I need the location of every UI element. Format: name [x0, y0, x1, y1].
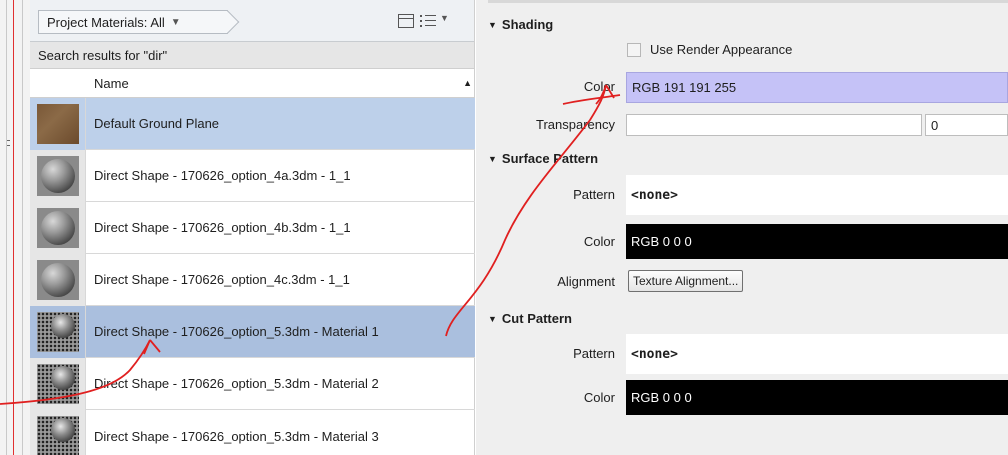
material-row[interactable]: Direct Shape - 170626_option_4a.3dm - 1_…	[30, 149, 475, 202]
cut-pattern-section-header[interactable]: ▼ Cut Pattern	[488, 311, 572, 326]
thumbnail-cell	[30, 305, 86, 358]
alignment-label: Alignment	[557, 274, 615, 289]
material-name: Direct Shape - 170626_option_4c.3dm - 1_…	[94, 272, 350, 287]
divider	[22, 0, 23, 455]
surface-pattern-section-header[interactable]: ▼ Surface Pattern	[488, 151, 598, 166]
surface-color-field[interactable]: RGB 0 0 0	[626, 224, 1008, 259]
filter-label: Project Materials: All	[47, 14, 165, 30]
shading-color-field[interactable]: RGB 191 191 255	[626, 72, 1008, 103]
section-title: Shading	[501, 17, 554, 32]
collapse-triangle-icon: ▼	[488, 153, 497, 164]
graphics-properties-panel: ▼ Shading Use Render Appearance Color RG…	[476, 0, 1008, 455]
material-row[interactable]: Direct Shape - 170626_option_5.3dm - Mat…	[30, 410, 475, 455]
material-name: Direct Shape - 170626_option_5.3dm - Mat…	[94, 376, 379, 391]
collapse-triangle-icon: ▼	[488, 313, 497, 324]
perforated-thumbnail	[36, 416, 79, 455]
column-name-label: Name	[94, 75, 129, 91]
thumbnail-cell	[30, 97, 86, 150]
section-title: Surface Pattern	[501, 151, 599, 166]
thumbnail-cell	[30, 410, 86, 455]
shading-color-value: RGB 191 191 255	[632, 80, 737, 95]
perforated-thumbnail	[36, 311, 79, 352]
cut-pattern-value: <none>	[631, 346, 678, 362]
use-render-appearance-label: Use Render Appearance	[650, 42, 793, 57]
thumbnail-cell	[30, 357, 86, 410]
perforated-thumbnail	[36, 363, 79, 404]
thumbnail-cell	[30, 149, 86, 202]
transparency-input[interactable]: 0	[925, 114, 1008, 136]
surface-pattern-label: Pattern	[573, 187, 615, 202]
layout-toggle-icon[interactable]	[398, 14, 414, 28]
sphere-thumbnail	[36, 207, 79, 248]
sphere-thumbnail	[36, 155, 79, 196]
shading-color-label: Color	[583, 79, 615, 94]
chevron-down-icon[interactable]: ▼	[440, 13, 449, 23]
browser-toolbar: Project Materials: All ▼ ▼	[30, 0, 474, 42]
material-row[interactable]: Direct Shape - 170626_option_4c.3dm - 1_…	[30, 253, 475, 306]
search-results-header: Search results for "dir"	[30, 42, 474, 69]
cut-color-field[interactable]: RGB 0 0 0	[626, 380, 1008, 415]
left-edge-strip	[0, 0, 30, 455]
material-browser-panel: Project Materials: All ▼ ▼ Search result…	[30, 0, 475, 455]
transparency-label: Transparency	[536, 117, 615, 132]
cut-pattern-field[interactable]: <none>	[626, 334, 1008, 374]
ground-plane-thumbnail	[36, 103, 79, 144]
transparency-slider[interactable]	[626, 114, 922, 136]
material-name: Direct Shape - 170626_option_5.3dm - Mat…	[94, 428, 379, 444]
sphere-thumbnail	[36, 259, 79, 300]
material-name: Default Ground Plane	[94, 116, 220, 131]
material-name: Direct Shape - 170626_option_4b.3dm - 1_…	[94, 220, 351, 235]
surface-color-label: Color	[583, 234, 615, 249]
chevron-down-icon: ▼	[170, 16, 181, 28]
material-name: Direct Shape - 170626_option_5.3dm - Mat…	[94, 324, 379, 339]
column-header-name[interactable]: Name ▲	[30, 69, 474, 98]
divider	[6, 0, 7, 455]
cut-color-label: Color	[583, 390, 615, 405]
surface-pattern-value: <none>	[631, 187, 678, 203]
cut-pattern-label: Pattern	[573, 346, 615, 361]
list-view-icon[interactable]	[420, 14, 436, 28]
material-row[interactable]: Direct Shape - 170626_option_5.3dm - Mat…	[30, 357, 475, 410]
texture-alignment-button[interactable]: Texture Alignment...	[628, 270, 744, 292]
sort-ascending-icon: ▲	[463, 78, 472, 88]
surface-color-value: RGB 0 0 0	[631, 234, 692, 249]
transparency-value: 0	[931, 117, 939, 133]
shading-section-header[interactable]: ▼ Shading	[488, 17, 553, 32]
material-row[interactable]: Direct Shape - 170626_option_4b.3dm - 1_…	[30, 201, 475, 254]
use-render-appearance-checkbox[interactable]	[627, 43, 641, 57]
material-row[interactable]: Default Ground Plane	[30, 97, 475, 150]
material-row[interactable]: Direct Shape - 170626_option_5.3dm - Mat…	[30, 305, 475, 358]
divider	[13, 0, 14, 455]
divider	[488, 0, 1008, 3]
material-name: Direct Shape - 170626_option_4a.3dm - 1_…	[94, 168, 351, 183]
search-results-label: Search results for "dir"	[38, 47, 168, 63]
material-list: Default Ground Plane Direct Shape - 1706…	[30, 97, 475, 455]
cut-color-value: RGB 0 0 0	[631, 390, 692, 405]
thumbnail-cell	[30, 201, 86, 254]
project-materials-filter-dropdown[interactable]: Project Materials: All ▼	[38, 10, 240, 34]
section-title: Cut Pattern	[501, 311, 572, 326]
thumbnail-cell	[30, 253, 86, 306]
breadcrumb-arrow-icon	[216, 10, 240, 34]
collapse-triangle-icon: ▼	[488, 19, 497, 30]
texture-alignment-label: Texture Alignment...	[633, 274, 739, 288]
surface-pattern-field[interactable]: <none>	[626, 175, 1008, 215]
grip-icon[interactable]	[7, 140, 10, 146]
